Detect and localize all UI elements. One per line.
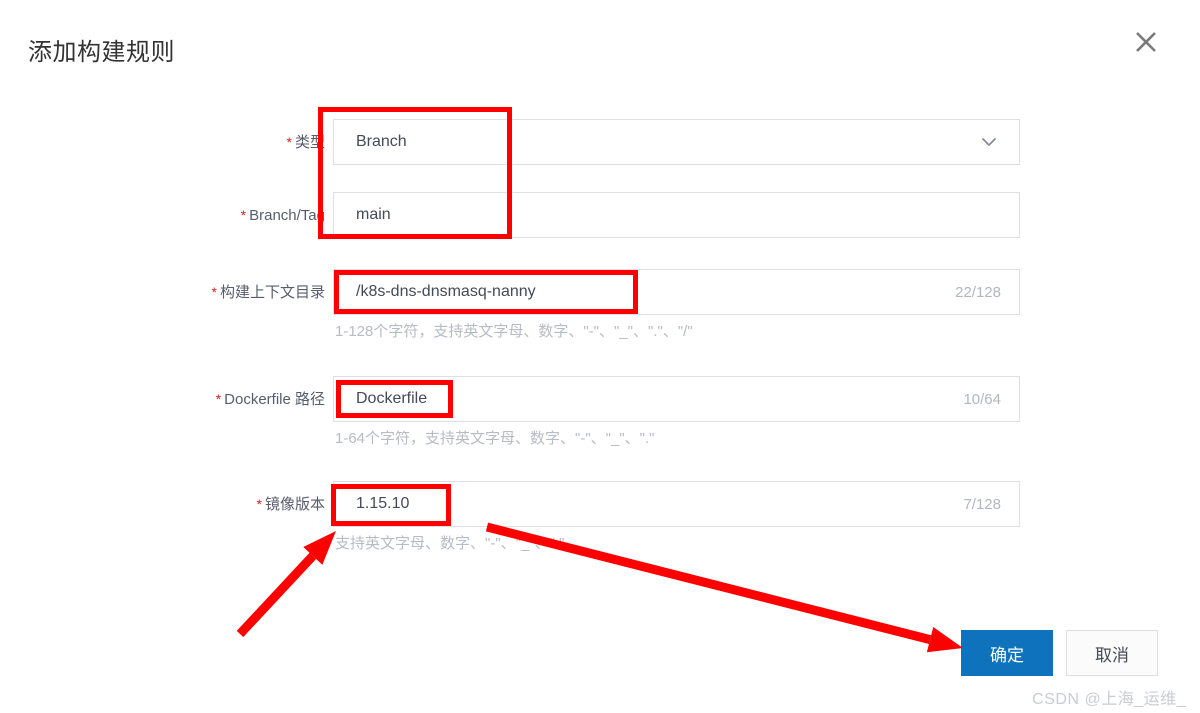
required-marker: *: [215, 391, 222, 407]
field-label-build-context: * 构建上下文目录: [40, 281, 325, 304]
required-marker: *: [211, 284, 217, 300]
type-select[interactable]: Branch: [333, 119, 1020, 165]
image-version-input[interactable]: 1.15.10 7/128: [333, 481, 1020, 527]
required-marker: *: [286, 134, 292, 150]
branch-tag-input[interactable]: main: [333, 192, 1020, 238]
branch-tag-value: main: [356, 206, 391, 223]
add-build-rule-dialog: 添加构建规则 * 类型 Branch * Branch/Tag main * 构…: [0, 0, 1200, 713]
dockerfile-path-input[interactable]: Dockerfile 10/64: [333, 376, 1020, 422]
build-context-hint: 1-128个字符，支持英文字母、数字、"-"、"_"、"."、"/": [335, 323, 693, 340]
image-version-hint: 支持英文字母、数字、"-"、"_"、".": [335, 535, 565, 552]
arrow-to-image-version: [236, 531, 336, 638]
field-label-dockerfile-path: * Dockerfile 路径: [40, 388, 325, 411]
chevron-down-icon[interactable]: [979, 132, 1019, 152]
field-label-text: 类型: [294, 134, 325, 151]
field-label-text: Branch/Tag: [249, 207, 325, 224]
required-marker: *: [256, 496, 262, 512]
field-label-text: Dockerfile 路径: [224, 391, 325, 408]
image-version-value: 1.15.10: [356, 495, 410, 512]
cancel-button[interactable]: 取消: [1066, 630, 1158, 676]
dockerfile-path-counter: 10/64: [963, 390, 1001, 408]
annotation-arrows: [236, 522, 963, 653]
page-title: 添加构建规则: [28, 39, 175, 66]
close-icon[interactable]: [1128, 24, 1164, 60]
build-context-value: /k8s-dns-dnsmasq-nanny: [356, 283, 536, 300]
dockerfile-path-hint: 1-64个字符，支持英文字母、数字、"-"、"_"、".": [335, 430, 655, 447]
field-label-type: * 类型: [40, 131, 325, 154]
image-version-counter: 7/128: [963, 495, 1001, 513]
watermark: CSDN @上海_运维_: [1032, 691, 1186, 708]
dialog-footer: 确定 取消: [0, 620, 1200, 680]
field-label-text: 镜像版本: [264, 496, 325, 513]
build-context-counter: 22/128: [955, 283, 1001, 301]
field-label-branch-tag: * Branch/Tag: [40, 204, 325, 227]
dialog-header: 添加构建规则: [0, 0, 1200, 95]
dockerfile-path-value: Dockerfile: [356, 390, 428, 407]
build-context-input[interactable]: /k8s-dns-dnsmasq-nanny 22/128: [333, 269, 1020, 315]
field-label-image-version: * 镜像版本: [40, 493, 325, 516]
field-label-text: 构建上下文目录: [219, 284, 325, 301]
confirm-button[interactable]: 确定: [961, 630, 1053, 676]
required-marker: *: [240, 207, 247, 223]
type-select-value: Branch: [356, 133, 407, 150]
